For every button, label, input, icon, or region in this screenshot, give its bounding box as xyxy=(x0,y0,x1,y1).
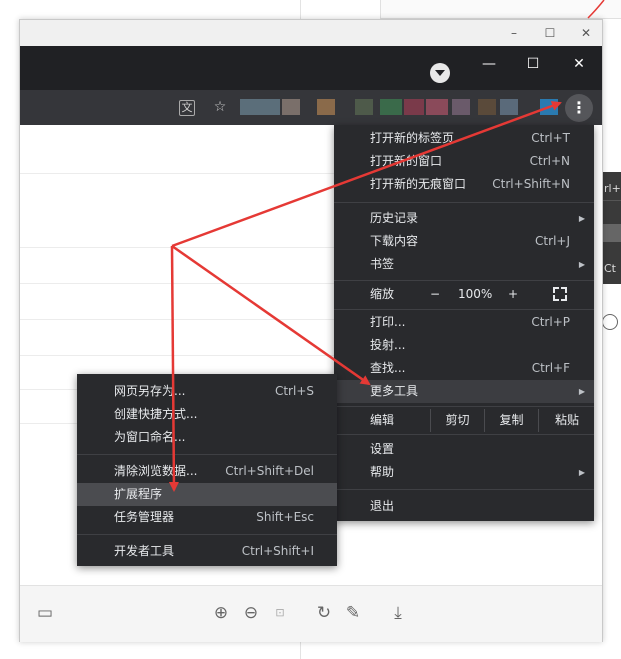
extension-icon[interactable] xyxy=(500,99,518,115)
background-window-titlebar xyxy=(380,0,621,19)
menu-item-incognito[interactable]: 打开新的无痕窗口 Ctrl+Shift+N xyxy=(334,173,594,196)
toolbar: 文 ☆ ⋮ xyxy=(20,90,602,125)
fit-page-icon[interactable]: ⊡ xyxy=(270,603,290,623)
outer-close-button[interactable]: ✕ xyxy=(575,24,597,42)
submenu-arrow-icon: ▶ xyxy=(578,387,585,396)
menu-item-exit[interactable]: 退出 xyxy=(334,495,594,518)
zoom-in-icon[interactable]: ⊕ xyxy=(211,603,231,623)
menu-item-help[interactable]: 帮助 ▶ xyxy=(334,461,594,484)
rotate-icon[interactable]: ↻ xyxy=(314,603,334,623)
zoom-level: 100% xyxy=(458,287,493,301)
fullscreen-icon[interactable] xyxy=(553,287,567,301)
submenu-arrow-icon: ▶ xyxy=(578,214,585,223)
extension-icon[interactable] xyxy=(478,99,496,115)
submenu-arrow-icon: ▶ xyxy=(578,260,585,269)
menu-item-downloads[interactable]: 下载内容 Ctrl+J xyxy=(334,230,594,253)
zoom-out-icon xyxy=(602,314,618,330)
extension-icon[interactable] xyxy=(355,99,373,115)
outer-titlebar: – ☐ ✕ xyxy=(20,20,602,46)
submenu-item-save-page[interactable]: 网页另存为... Ctrl+S xyxy=(77,380,337,403)
menu-item-history[interactable]: 历史记录 ▶ xyxy=(334,207,594,230)
submenu-item-create-shortcut[interactable]: 创建快捷方式... xyxy=(77,403,337,426)
zoom-out-button[interactable]: − xyxy=(430,283,440,306)
submenu-item-task-manager[interactable]: 任务管理器 Shift+Esc xyxy=(77,506,337,529)
tab-bar: — ☐ ✕ xyxy=(20,46,602,90)
bottom-toolbar: ▭ ⊕ ⊖ ⊡ ↻ ✎ ⤓ xyxy=(20,585,602,642)
menu-item-edit: 编辑 剪切 复制 粘贴 xyxy=(334,409,594,432)
extension-icon[interactable] xyxy=(240,99,280,115)
zoom-in-button[interactable]: + xyxy=(508,283,518,306)
extension-icon[interactable] xyxy=(426,99,448,115)
pen-icon[interactable]: ✎ xyxy=(343,603,363,623)
more-tools-submenu: 网页另存为... Ctrl+S 创建快捷方式... 为窗口命名... 清除浏览数… xyxy=(77,374,337,566)
tab-search-icon[interactable] xyxy=(430,63,450,83)
extension-icon[interactable] xyxy=(282,99,300,115)
menu-item-new-window[interactable]: 打开新的窗口 Ctrl+N xyxy=(334,150,594,173)
menu-item-settings[interactable]: 设置 xyxy=(334,438,594,461)
paste-button[interactable]: 粘贴 xyxy=(538,409,595,432)
zoom-out-icon[interactable]: ⊖ xyxy=(241,603,261,623)
minimize-button[interactable]: — xyxy=(479,54,499,74)
background-strip-text: rl+ xyxy=(604,182,621,195)
extension-icon[interactable] xyxy=(380,99,402,115)
translate-icon[interactable]: 文 xyxy=(179,100,195,116)
submenu-arrow-icon: ▶ xyxy=(578,468,585,477)
menu-item-bookmarks[interactable]: 书签 ▶ xyxy=(334,253,594,276)
chrome-main-menu: 打开新的标签页 Ctrl+T 打开新的窗口 Ctrl+N 打开新的无痕窗口 Ct… xyxy=(334,125,594,521)
bookmark-star-icon[interactable]: ☆ xyxy=(211,98,229,116)
menu-item-cast[interactable]: 投射... xyxy=(334,334,594,357)
menu-item-print[interactable]: 打印... Ctrl+P xyxy=(334,311,594,334)
submenu-item-dev-tools[interactable]: 开发者工具 Ctrl+Shift+I xyxy=(77,540,337,563)
cut-button[interactable]: 剪切 xyxy=(430,409,484,432)
menu-item-more-tools[interactable]: 更多工具 ▶ xyxy=(334,380,594,403)
menu-item-zoom: 缩放 − 100% + xyxy=(334,283,594,306)
download-icon[interactable]: ⤓ xyxy=(388,603,408,623)
extension-icon[interactable] xyxy=(404,99,424,115)
extension-icon[interactable] xyxy=(317,99,335,115)
submenu-item-extensions[interactable]: 扩展程序 xyxy=(77,483,337,506)
maximize-button[interactable]: ☐ xyxy=(523,54,543,74)
close-button[interactable]: ✕ xyxy=(569,54,589,74)
submenu-item-name-window[interactable]: 为窗口命名... xyxy=(77,426,337,449)
background-menu-strip: rl+ Ct xyxy=(600,172,621,284)
outer-minimize-button[interactable]: – xyxy=(503,24,525,42)
extension-icon[interactable] xyxy=(452,99,470,115)
extension-icon[interactable] xyxy=(540,99,558,115)
submenu-item-clear-data[interactable]: 清除浏览数据... Ctrl+Shift+Del xyxy=(77,460,337,483)
menu-item-new-tab[interactable]: 打开新的标签页 Ctrl+T xyxy=(334,127,594,150)
chrome-menu-button[interactable]: ⋮ xyxy=(565,94,593,122)
copy-button[interactable]: 复制 xyxy=(484,409,538,432)
outer-maximize-button[interactable]: ☐ xyxy=(539,24,561,42)
menu-item-find[interactable]: 查找... Ctrl+F xyxy=(334,357,594,380)
background-strip-text: Ct xyxy=(604,262,616,275)
sidebar-toggle-icon[interactable]: ▭ xyxy=(35,603,55,623)
